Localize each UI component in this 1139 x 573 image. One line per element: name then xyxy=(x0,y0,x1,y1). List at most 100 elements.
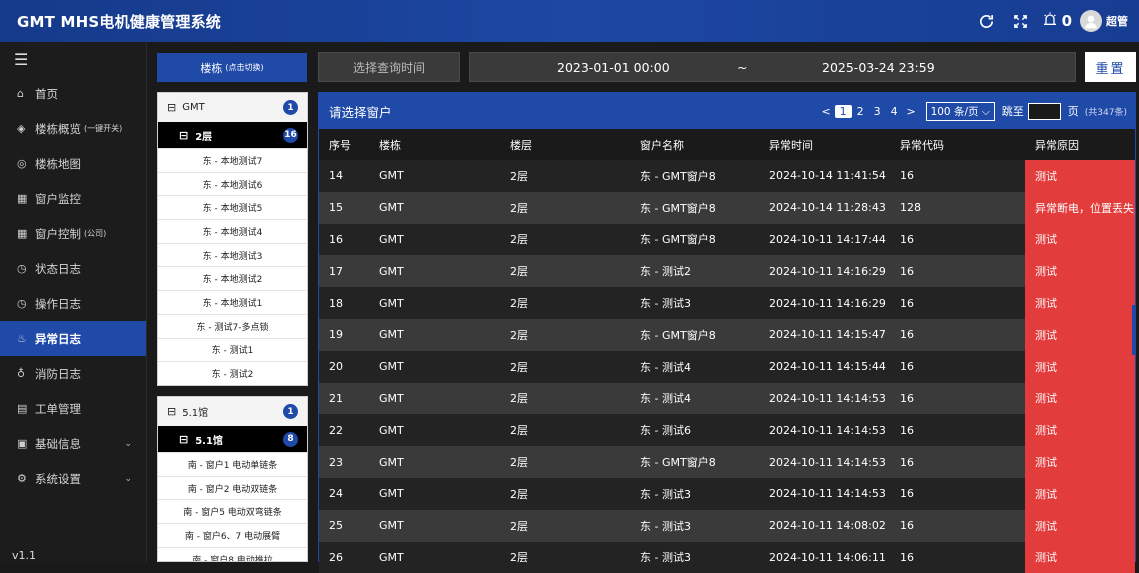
table-cell: 16 xyxy=(900,255,1025,288)
next-page-button[interactable]: > xyxy=(903,105,920,118)
date-start[interactable]: 2023-01-01 00:00 xyxy=(557,60,670,75)
collapse-square-icon[interactable]: ⊟ xyxy=(167,101,176,114)
prev-page-button[interactable]: < xyxy=(818,105,835,118)
table-cell: 16 xyxy=(900,287,1025,319)
tree-window-item[interactable]: 东 - 本地测试2 xyxy=(158,266,307,290)
table-row[interactable]: 25 GMT 2层东 - 测试3 2024-10-11 14:08:02 16 测试 xyxy=(319,509,1135,542)
collapse-square-icon[interactable]: ⊟ xyxy=(179,433,188,446)
tree-window-item[interactable]: 东 - 本地测试1 xyxy=(158,290,307,314)
page-size-select[interactable]: 100 条/页 ⌵ xyxy=(925,101,995,121)
tree-group-header[interactable]: ⊟ GMT 1 xyxy=(158,93,307,122)
query-time-button[interactable]: 选择查询时间 xyxy=(318,52,460,82)
alarm-indicator[interactable]: 0 xyxy=(1042,11,1072,31)
table-row[interactable]: 14 GMT 2层东 - GMT窗户8 2024-10-14 11:41:54 16 测试 xyxy=(319,160,1135,192)
chevron-down-icon: ⌄ xyxy=(124,473,132,484)
page-4[interactable]: 4 xyxy=(886,105,903,118)
building-tree-gmt: ⊟ GMT 1 ⊟ 2层 16 东 - 本地测试7 东 - 本地测试6 东 - 本地测试5 东 -… xyxy=(157,92,308,386)
date-separator: ~ xyxy=(737,59,748,75)
tree-window-item[interactable]: 南 - 窗户8 电动推拉 xyxy=(158,546,307,561)
table-row[interactable]: 26 GMT 2层东 - 测试3 2024-10-11 14:06:11 16 测试 xyxy=(319,541,1135,573)
tree-window-item[interactable]: 东 - 本地测试6 xyxy=(158,171,307,196)
sidebar: ☰ ⌂ 首页 ◈ 楼栋概览 (一键开关) ◎ 楼栋地图 ▦ 窗户监控 ▦ 窗户控制 (公司) ◷ 状态日志… xyxy=(0,42,147,562)
tree-window-item[interactable]: 南 - 窗户2 电动双链条 xyxy=(158,475,307,500)
date-range-picker[interactable]: 2023-01-01 00:00 ~ 2025-03-24 23:59 xyxy=(469,52,1076,82)
tree-window-item[interactable]: 南 - 窗户1 电动单链条 xyxy=(158,452,307,476)
home-icon: ⌂ xyxy=(17,87,24,100)
tree-window-item[interactable]: 东 - 测试2 xyxy=(158,361,307,385)
table-cell: 16 xyxy=(900,160,1025,192)
tree-window-item[interactable]: 东 - 本地测试3 xyxy=(158,242,307,267)
tree-window-item[interactable]: 东 - 本地测试5 xyxy=(158,195,307,219)
building-switch-button[interactable]: 楼栋 (点击切换) xyxy=(157,53,307,82)
total-count: (共347条) xyxy=(1084,107,1127,118)
tree-window-item[interactable]: 东 - 本地测试4 xyxy=(158,219,307,243)
building-tree-51: ⊟ 5.1馆 1 ⊟ 5.1馆 8 南 - 窗户1 电动单链条南 - 窗户2 电动双链条南 … xyxy=(157,396,308,562)
tree-window-item[interactable]: 南 - 窗户6、7 电动展臂 xyxy=(158,523,307,547)
sidebar-item-building-overview[interactable]: ◈ 楼栋概览 (一键开关) xyxy=(0,111,146,146)
sidebar-item-basic-info[interactable]: ▣ 基础信息 ⌄ xyxy=(0,426,146,461)
table-row[interactable]: 24 GMT 2层东 - 测试3 2024-10-11 14:14:53 16 测试 xyxy=(319,477,1135,510)
sidebar-item-operation-log[interactable]: ◷ 操作日志 xyxy=(0,286,146,321)
tree-window-item[interactable]: 东 - 测试1 xyxy=(158,337,307,362)
alarm-table: 序号 楼栋 楼层 窗户名称 异常时间 异常代码 异常原因 14 GMT 2层东 - GMT窗户8… xyxy=(319,129,1135,573)
table-scrollbar[interactable] xyxy=(1132,305,1135,355)
page-2[interactable]: 2 xyxy=(852,105,869,118)
table-cell: 东 - GMT窗户8 xyxy=(640,318,769,351)
table-row[interactable]: 20 GMT 2层东 - 测试4 2024-10-11 14:15:44 16 测试 xyxy=(319,350,1135,383)
alarm-log-icon: ♨ xyxy=(17,332,27,345)
tree-subgroup[interactable]: ⊟ 5.1馆 8 xyxy=(158,426,307,452)
table-cell: GMT xyxy=(379,287,510,319)
sidebar-item-work-order[interactable]: ▤ 工单管理 xyxy=(0,391,146,426)
table-cell: 18 xyxy=(319,287,379,319)
sidebar-item-window-control[interactable]: ▦ 窗户控制 (公司) xyxy=(0,216,146,251)
sidebar-item-status-log[interactable]: ◷ 状态日志 xyxy=(0,251,146,286)
page-1[interactable]: 1 xyxy=(834,104,852,118)
sidebar-item-label: 工单管理 xyxy=(35,401,81,416)
sidebar-item-label: 基础信息 xyxy=(35,436,81,451)
table-cell: 东 - GMT窗户8 xyxy=(640,223,769,256)
tree-window-item[interactable]: 南 - 窗户5 电动双弯链条 xyxy=(158,499,307,523)
table-cell: 17 xyxy=(319,255,379,288)
table-row[interactable]: 17 GMT 2层东 - 测试2 2024-10-11 14:16:29 16 测试 xyxy=(319,255,1135,288)
sidebar-item-building-map[interactable]: ◎ 楼栋地图 xyxy=(0,146,146,181)
avatar[interactable] xyxy=(1080,10,1102,32)
page-unit: 页 xyxy=(1067,105,1079,118)
alarm-reason-cell: 测试 xyxy=(1025,446,1135,478)
table-row[interactable]: 16 GMT 2层东 - GMT窗户8 2024-10-11 14:17:44 16 测试 xyxy=(319,223,1135,256)
table-cell: 23 xyxy=(319,446,379,478)
table-cell: GMT xyxy=(379,350,510,383)
reset-button[interactable]: 重置 xyxy=(1085,52,1136,82)
table-row[interactable]: 23 GMT 2层东 - GMT窗户8 2024-10-11 14:14:53 16 测试 xyxy=(319,446,1135,478)
table-cell: 14 xyxy=(319,160,379,192)
collapse-square-icon[interactable]: ⊟ xyxy=(179,129,188,142)
table-cell: 东 - 测试6 xyxy=(640,414,769,447)
sidebar-item-fire-log[interactable]: ♁ 消防日志 xyxy=(0,356,146,391)
tree-window-item[interactable]: 东 - 本地测试7 xyxy=(158,148,307,172)
table-cell: 16 xyxy=(900,318,1025,351)
page-3[interactable]: 3 xyxy=(869,105,886,118)
sidebar-item-system-settings[interactable]: ⚙ 系统设置 ⌄ xyxy=(0,461,146,496)
collapse-square-icon[interactable]: ⊟ xyxy=(167,405,176,418)
tree-group-header[interactable]: ⊟ 5.1馆 1 xyxy=(158,397,307,426)
table-row[interactable]: 22 GMT 2层东 - 测试6 2024-10-11 14:14:53 16 测试 xyxy=(319,414,1135,447)
sidebar-item-label: 楼栋概览 xyxy=(35,121,81,136)
table-row[interactable]: 18 GMT 2层东 - 测试3 2024-10-11 14:16:29 16 测试 xyxy=(319,287,1135,319)
jump-page-input[interactable] xyxy=(1027,102,1061,120)
date-end[interactable]: 2025-03-24 23:59 xyxy=(822,60,935,75)
table-row[interactable]: 21 GMT 2层东 - 测试4 2024-10-11 14:14:53 16 测试 xyxy=(319,382,1135,415)
table-row[interactable]: 15 GMT 2层东 - GMT窗户8 2024-10-14 11:28:43 128 异… xyxy=(319,191,1135,224)
chevron-down-icon: ⌄ xyxy=(124,438,132,449)
tree-group-name: GMT xyxy=(182,102,205,113)
refresh-icon[interactable] xyxy=(970,0,1004,42)
alarm-reason-cell: 测试 xyxy=(1025,541,1135,573)
sidebar-item-window-monitor[interactable]: ▦ 窗户监控 xyxy=(0,181,146,216)
tree-subgroup[interactable]: ⊟ 2层 16 xyxy=(158,122,307,148)
fullscreen-icon[interactable] xyxy=(1004,0,1038,42)
sidebar-item-home[interactable]: ⌂ 首页 xyxy=(0,76,146,111)
tree-window-item[interactable]: 东 - 测试7-多点锁 xyxy=(158,313,307,338)
menu-collapse-icon[interactable]: ☰ xyxy=(0,42,146,76)
table-cell: 2层 xyxy=(510,382,640,415)
user-name[interactable]: 超管 xyxy=(1106,13,1128,29)
table-row[interactable]: 19 GMT 2层东 - GMT窗户8 2024-10-11 14:15:47 16 测试 xyxy=(319,318,1135,351)
sidebar-item-alarm-log[interactable]: ♨ 异常日志 xyxy=(0,321,146,356)
